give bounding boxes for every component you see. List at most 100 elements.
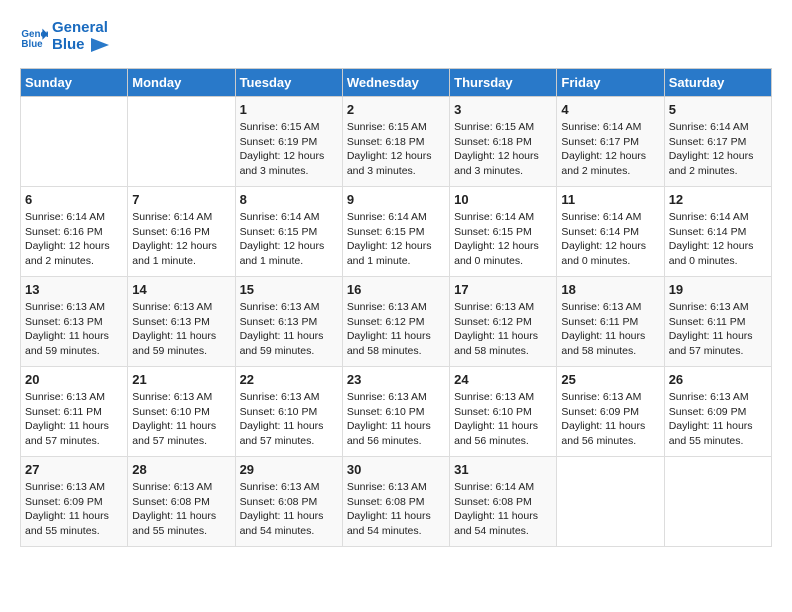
calendar-cell: [128, 97, 235, 187]
day-content: Sunrise: 6:13 AM Sunset: 6:08 PM Dayligh…: [240, 480, 338, 539]
day-content: Sunrise: 6:13 AM Sunset: 6:13 PM Dayligh…: [240, 300, 338, 359]
day-number: 25: [561, 372, 659, 387]
day-content: Sunrise: 6:14 AM Sunset: 6:16 PM Dayligh…: [132, 210, 230, 269]
day-content: Sunrise: 6:13 AM Sunset: 6:09 PM Dayligh…: [561, 390, 659, 449]
day-content: Sunrise: 6:14 AM Sunset: 6:14 PM Dayligh…: [669, 210, 767, 269]
day-content: Sunrise: 6:14 AM Sunset: 6:15 PM Dayligh…: [240, 210, 338, 269]
calendar-week-row: 6 Sunrise: 6:14 AM Sunset: 6:16 PM Daylig…: [21, 187, 772, 277]
day-number: 1: [240, 102, 338, 117]
day-number: 10: [454, 192, 552, 207]
day-content: Sunrise: 6:13 AM Sunset: 6:11 PM Dayligh…: [669, 300, 767, 359]
day-number: 31: [454, 462, 552, 477]
calendar-cell: 20 Sunrise: 6:13 AM Sunset: 6:11 PM Dayli…: [21, 367, 128, 457]
day-number: 30: [347, 462, 445, 477]
calendar-cell: 12 Sunrise: 6:14 AM Sunset: 6:14 PM Dayli…: [664, 187, 771, 277]
calendar-cell: 26Sunrise: 6:13 AM Sunset: 6:09 PM Dayli…: [664, 367, 771, 457]
calendar-cell: 30 Sunrise: 6:13 AM Sunset: 6:08 PM Dayli…: [342, 457, 449, 547]
weekday-header: Saturday: [664, 69, 771, 97]
logo-icon: General Blue: [20, 23, 48, 51]
calendar-cell: 29 Sunrise: 6:13 AM Sunset: 6:08 PM Dayli…: [235, 457, 342, 547]
calendar-cell: [21, 97, 128, 187]
calendar-cell: 27Sunrise: 6:13 AM Sunset: 6:09 PM Dayli…: [21, 457, 128, 547]
day-content: Sunrise: 6:14 AM Sunset: 6:15 PM Dayligh…: [454, 210, 552, 269]
day-number: 29: [240, 462, 338, 477]
day-content: Sunrise: 6:14 AM Sunset: 6:17 PM Dayligh…: [561, 120, 659, 179]
day-content: Sunrise: 6:14 AM Sunset: 6:14 PM Dayligh…: [561, 210, 659, 269]
day-number: 15: [240, 282, 338, 297]
day-number: 16: [347, 282, 445, 297]
day-content: Sunrise: 6:15 AM Sunset: 6:18 PM Dayligh…: [454, 120, 552, 179]
calendar-cell: 16 Sunrise: 6:13 AM Sunset: 6:12 PM Dayli…: [342, 277, 449, 367]
day-number: 11: [561, 192, 659, 207]
calendar-cell: 11 Sunrise: 6:14 AM Sunset: 6:14 PM Dayli…: [557, 187, 664, 277]
day-number: 4: [561, 102, 659, 117]
calendar-week-row: 13 Sunrise: 6:13 AM Sunset: 6:13 PM Dayli…: [21, 277, 772, 367]
calendar-cell: 4 Sunrise: 6:14 AM Sunset: 6:17 PM Daylig…: [557, 97, 664, 187]
day-number: 13: [25, 282, 123, 297]
calendar-cell: 1 Sunrise: 6:15 AM Sunset: 6:19 PM Daylig…: [235, 97, 342, 187]
logo: General Blue General Blue: [20, 20, 109, 53]
day-content: Sunrise: 6:13 AM Sunset: 6:10 PM Dayligh…: [240, 390, 338, 449]
weekday-header: Monday: [128, 69, 235, 97]
day-content: Sunrise: 6:14 AM Sunset: 6:08 PM Dayligh…: [454, 480, 552, 539]
day-content: Sunrise: 6:13 AM Sunset: 6:09 PM Dayligh…: [25, 480, 123, 539]
calendar-cell: 25 Sunrise: 6:13 AM Sunset: 6:09 PM Dayli…: [557, 367, 664, 457]
calendar-week-row: 27Sunrise: 6:13 AM Sunset: 6:09 PM Dayli…: [21, 457, 772, 547]
day-number: 8: [240, 192, 338, 207]
day-number: 14: [132, 282, 230, 297]
calendar-cell: 9 Sunrise: 6:14 AM Sunset: 6:15 PM Daylig…: [342, 187, 449, 277]
day-content: Sunrise: 6:14 AM Sunset: 6:17 PM Dayligh…: [669, 120, 767, 179]
day-content: Sunrise: 6:13 AM Sunset: 6:10 PM Dayligh…: [347, 390, 445, 449]
weekday-header: Friday: [557, 69, 664, 97]
calendar-cell: 21 Sunrise: 6:13 AM Sunset: 6:10 PM Dayli…: [128, 367, 235, 457]
day-content: Sunrise: 6:13 AM Sunset: 6:11 PM Dayligh…: [25, 390, 123, 449]
weekday-header: Tuesday: [235, 69, 342, 97]
day-number: 17: [454, 282, 552, 297]
day-content: Sunrise: 6:13 AM Sunset: 6:11 PM Dayligh…: [561, 300, 659, 359]
calendar-cell: 23 Sunrise: 6:13 AM Sunset: 6:10 PM Dayli…: [342, 367, 449, 457]
day-content: Sunrise: 6:13 AM Sunset: 6:12 PM Dayligh…: [347, 300, 445, 359]
day-number: 7: [132, 192, 230, 207]
day-number: 21: [132, 372, 230, 387]
day-number: 2: [347, 102, 445, 117]
day-content: Sunrise: 6:13 AM Sunset: 6:13 PM Dayligh…: [132, 300, 230, 359]
logo-general: General: [52, 20, 109, 37]
svg-text:Blue: Blue: [21, 38, 43, 49]
calendar-cell: 28Sunrise: 6:13 AM Sunset: 6:08 PM Dayli…: [128, 457, 235, 547]
calendar-cell: 19Sunrise: 6:13 AM Sunset: 6:11 PM Dayli…: [664, 277, 771, 367]
weekday-header: Wednesday: [342, 69, 449, 97]
day-number: 5: [669, 102, 767, 117]
calendar-cell: [557, 457, 664, 547]
calendar-cell: 15 Sunrise: 6:13 AM Sunset: 6:13 PM Dayli…: [235, 277, 342, 367]
day-number: 22: [240, 372, 338, 387]
day-content: Sunrise: 6:13 AM Sunset: 6:13 PM Dayligh…: [25, 300, 123, 359]
day-number: 24: [454, 372, 552, 387]
day-number: 3: [454, 102, 552, 117]
day-number: 12: [669, 192, 767, 207]
day-content: Sunrise: 6:15 AM Sunset: 6:18 PM Dayligh…: [347, 120, 445, 179]
calendar-table: SundayMondayTuesdayWednesdayThursdayFrid…: [20, 68, 772, 547]
day-content: Sunrise: 6:14 AM Sunset: 6:15 PM Dayligh…: [347, 210, 445, 269]
calendar-cell: [664, 457, 771, 547]
calendar-cell: 10 Sunrise: 6:14 AM Sunset: 6:15 PM Dayli…: [450, 187, 557, 277]
day-number: 20: [25, 372, 123, 387]
day-content: Sunrise: 6:15 AM Sunset: 6:19 PM Dayligh…: [240, 120, 338, 179]
day-content: Sunrise: 6:13 AM Sunset: 6:08 PM Dayligh…: [132, 480, 230, 539]
calendar-cell: 5 Sunrise: 6:14 AM Sunset: 6:17 PM Daylig…: [664, 97, 771, 187]
day-number: 26: [669, 372, 767, 387]
calendar-week-row: 20 Sunrise: 6:13 AM Sunset: 6:11 PM Dayli…: [21, 367, 772, 457]
calendar-cell: 3 Sunrise: 6:15 AM Sunset: 6:18 PM Daylig…: [450, 97, 557, 187]
calendar-cell: 22 Sunrise: 6:13 AM Sunset: 6:10 PM Dayli…: [235, 367, 342, 457]
day-content: Sunrise: 6:13 AM Sunset: 6:08 PM Dayligh…: [347, 480, 445, 539]
day-number: 6: [25, 192, 123, 207]
day-content: Sunrise: 6:13 AM Sunset: 6:12 PM Dayligh…: [454, 300, 552, 359]
day-content: Sunrise: 6:14 AM Sunset: 6:16 PM Dayligh…: [25, 210, 123, 269]
day-content: Sunrise: 6:13 AM Sunset: 6:10 PM Dayligh…: [132, 390, 230, 449]
calendar-week-row: 1 Sunrise: 6:15 AM Sunset: 6:19 PM Daylig…: [21, 97, 772, 187]
page-header: General Blue General Blue: [20, 20, 772, 53]
calendar-cell: 14 Sunrise: 6:13 AM Sunset: 6:13 PM Dayli…: [128, 277, 235, 367]
day-number: 9: [347, 192, 445, 207]
day-number: 23: [347, 372, 445, 387]
logo-blue: Blue: [52, 37, 109, 54]
calendar-cell: 13 Sunrise: 6:13 AM Sunset: 6:13 PM Dayli…: [21, 277, 128, 367]
